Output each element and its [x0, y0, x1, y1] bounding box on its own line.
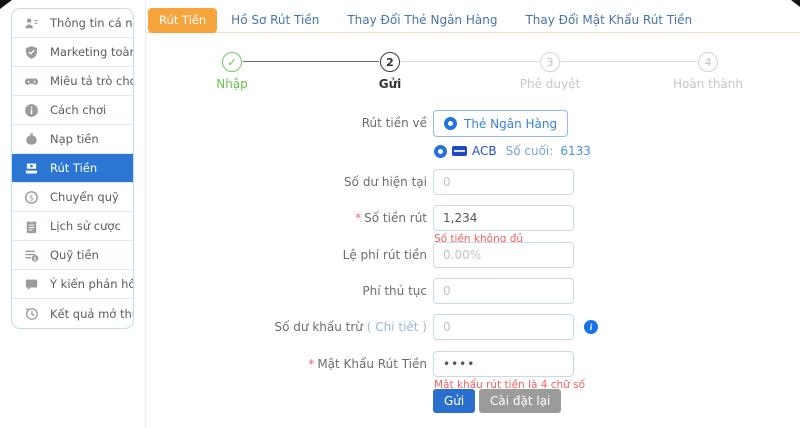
deduction-balance-label: Số dư khấu trừ ( Chi tiết ): [146, 314, 427, 340]
sidebar-item-game-description[interactable]: Miêu tả trò chơi: [12, 67, 133, 96]
step-3-circle: 3: [540, 52, 560, 72]
step-1-circle: ✓: [222, 52, 242, 72]
sidebar-item-personal-info[interactable]: Thông tin cá nhân: [12, 9, 133, 38]
withdraw-amount-input[interactable]: [433, 205, 574, 231]
sidebar: Thông tin cá nhân Marketing toàn cầu Miê…: [11, 8, 134, 329]
step-1-label: Nhập: [162, 77, 302, 91]
sidebar-item-bet-history[interactable]: Lịch sử cược: [12, 212, 133, 241]
radio-checked-icon: [444, 117, 457, 130]
bank-name: ACB: [472, 144, 497, 158]
processing-fee-label: Phí thủ tục: [146, 278, 427, 304]
chat-bubble-icon: [23, 276, 39, 292]
bank-card-option-button[interactable]: Thẻ Ngân Hàng: [433, 110, 568, 137]
step-4-label: Hoàn thành: [638, 77, 778, 91]
deduction-balance-input[interactable]: [433, 314, 574, 340]
sidebar-item-deposit[interactable]: Nạp tiền: [12, 125, 133, 154]
withdraw-tab-bar: Rút Tiền Hồ Sơ Rút Tiền Thay Đổi Thẻ Ngâ…: [146, 8, 800, 33]
info-circle-icon: [23, 102, 39, 118]
withdraw-amount-label: *Số tiền rút: [146, 205, 427, 231]
deduction-detail-link[interactable]: ( Chi tiết ): [367, 320, 427, 334]
stepper-connector: [401, 61, 539, 62]
stepper-connector: [561, 61, 697, 62]
withdraw-fee-label: Lệ phí rút tiền: [146, 242, 427, 268]
history-clock-icon: [23, 306, 39, 322]
gamepad-icon: [23, 73, 39, 89]
screen-corner-artifact: [791, 0, 800, 7]
bank-card-row[interactable]: ACB Số cuối: 6133: [434, 142, 591, 160]
withdraw-to-label: Rút tiền về: [146, 110, 427, 137]
sidebar-item-lottery-results[interactable]: Kết quả mở thưởng: [12, 299, 133, 328]
card-last-digits: 6133: [560, 144, 591, 158]
withdraw-icon: [23, 160, 39, 176]
current-balance-label: Số dư hiện tại: [146, 169, 427, 195]
sidebar-item-how-to-play[interactable]: Cách chơi: [12, 96, 133, 125]
withdraw-fee-input[interactable]: [433, 242, 574, 268]
user-card-icon: [23, 15, 39, 31]
tab-withdraw[interactable]: Rút Tiền: [148, 8, 217, 33]
fund-list-icon: $: [23, 247, 39, 263]
shield-icon: [23, 44, 39, 60]
svg-text:$: $: [28, 193, 33, 202]
tab-change-withdraw-password[interactable]: Thay Đổi Mật Khẩu Rút Tiền: [511, 8, 706, 33]
withdraw-password-input[interactable]: [433, 351, 574, 377]
clipboard-icon: [23, 218, 39, 234]
withdrawal-page: { "sidebar": { "items": [ { "label": "Th…: [0, 0, 800, 428]
tab-change-bank-card[interactable]: Thay Đổi Thẻ Ngân Hàng: [333, 8, 511, 33]
step-4-circle: 4: [698, 52, 718, 72]
sidebar-item-funds[interactable]: $ Quỹ tiền: [12, 241, 133, 270]
radio-checked-icon[interactable]: [434, 145, 447, 158]
sidebar-item-global-marketing[interactable]: Marketing toàn cầu: [12, 38, 133, 67]
bank-card-icon: [452, 146, 467, 156]
screen-corner-artifact: [0, 0, 12, 9]
step-2-label: Gửi: [320, 77, 460, 91]
sidebar-item-fund-transfer[interactable]: $ Chuyển quỹ: [12, 183, 133, 212]
money-bag-icon: [23, 131, 39, 147]
step-3-label: Phê duyệt: [480, 77, 620, 91]
dollar-circle-icon: $: [23, 189, 39, 205]
sidebar-item-feedback[interactable]: Ý kiến phản hồi: [12, 270, 133, 299]
sidebar-item-withdraw[interactable]: Rút Tiền: [12, 154, 133, 183]
tab-withdraw-records[interactable]: Hồ Sơ Rút Tiền: [217, 8, 333, 33]
processing-fee-input[interactable]: [433, 278, 574, 304]
step-2-circle: 2: [380, 52, 400, 72]
stepper-connector: [243, 61, 379, 62]
submit-button[interactable]: Gửi: [433, 389, 475, 413]
svg-text:$: $: [33, 256, 37, 262]
info-icon[interactable]: [584, 320, 598, 334]
withdraw-password-label: *Mật Khẩu Rút Tiền: [146, 351, 427, 377]
reset-button[interactable]: Cài đặt lại: [479, 389, 561, 413]
card-last-digits-label: Số cuối:: [506, 144, 554, 158]
current-balance-input[interactable]: [433, 169, 574, 195]
